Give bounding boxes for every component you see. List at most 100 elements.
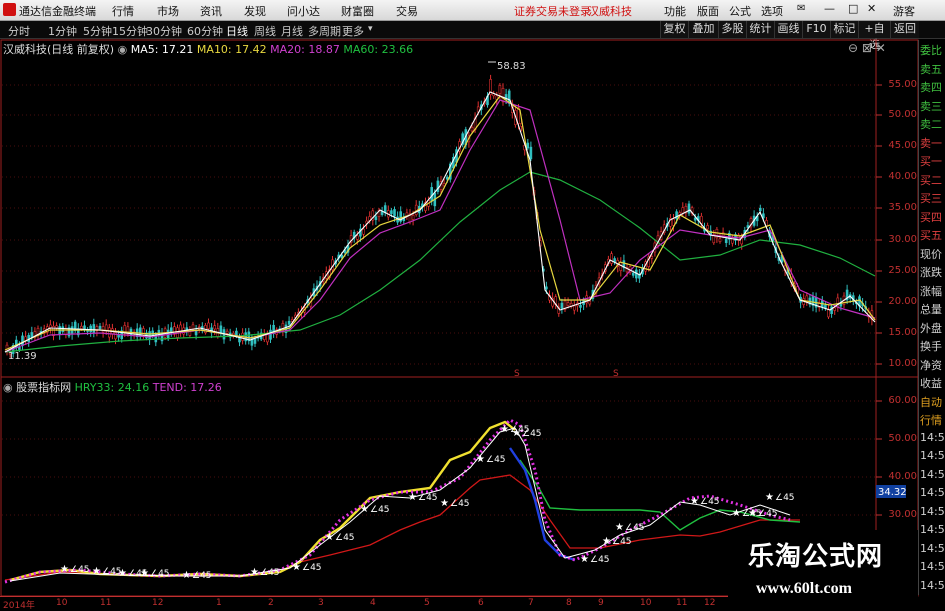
signal-marker-1: S [514,369,520,379]
candle-body [517,107,520,124]
candle-body [619,262,623,271]
star-marker-icon: ★ [92,566,101,577]
candle-body [114,332,117,340]
candle-body [588,300,592,305]
signal-marker-2: S [613,369,619,379]
quote-panel-label[interactable]: 14:50 [920,579,945,592]
star-marker-icon: ★ [140,568,149,579]
quote-panel-label[interactable]: 14:50 [920,560,945,573]
candle-body [836,297,840,308]
quote-panel-label: 涨幅 [920,284,942,298]
star-marker-icon: ★ [440,498,449,509]
candle-body [374,216,378,220]
ma10-legend: MA10: 17.42 [196,43,267,56]
candle-body [92,324,96,333]
low-price-label: 11.39 [8,351,37,362]
price-axis-label: 20.00 [888,296,917,307]
date-label: 11 [100,598,112,608]
candle-body [98,325,102,330]
quote-panel-label[interactable]: 14:50 [920,505,945,518]
quote-side-panel: 委比 卖五 卖四 卖三 卖二 卖一 买一 买二 买三 买四 买五 现价 涨跌 涨幅 总量 外盘 换手 净资 收益 自动… [918,40,945,595]
date-label: 11 [676,598,688,608]
indicator-axis-label: 60.00 [888,395,917,406]
star-marker-icon: ★ [292,562,301,573]
candle-body [693,217,697,221]
marker-label: ∠45 [590,555,610,565]
stock-title: 汉威科技(日线 前复权) [3,43,115,56]
candle-body [61,326,65,332]
candle-body [411,214,415,220]
quote-panel-label[interactable]: 14:50 [920,486,945,499]
candle-body [430,187,434,202]
chart-canvas[interactable]: 58.83 11.39 S S ★ ∠45 ★ ∠45★ ∠45★ ∠45 ★ ∠45 ★ ∠45… [0,0,945,609]
ma10-line [4,95,876,351]
date-label: 8 [566,598,572,608]
marker-label: ∠45 [192,571,212,581]
chart-tool-icons[interactable]: ⊖ ⊠ ✕ [848,41,886,55]
quote-panel-label: 卖四 [920,81,942,94]
quote-panel-label: 买三 [920,192,942,205]
quote-panel-label[interactable]: 14:50 [920,449,945,462]
candle-body [30,332,34,338]
marker-label: ∠45 [700,497,720,507]
quote-panel-label[interactable]: 14:50 [920,523,945,536]
quote-panel-label: 换手 [920,340,942,353]
ma20-legend: MA20: 18.87 [270,43,340,56]
candle-body [21,335,24,346]
price-axis-label: 55.00 [888,79,917,90]
marker-label: ∠45 [612,537,632,547]
star-marker-icon: ★ [690,496,699,507]
candle-body [526,142,530,149]
quote-panel-label: 收益 [920,377,942,390]
date-label: 6 [478,598,484,608]
indicator-current-value: 34.32 [878,487,907,498]
hry-magenta-dotted-line [4,418,791,584]
price-axis-label: 50.00 [888,109,917,120]
candle-body [80,325,83,329]
candle-body [89,325,92,333]
high-price-label: 58.83 [497,61,526,72]
candle-body [219,325,223,334]
marker-label: ∠45 [775,493,795,503]
quote-panel-label[interactable]: 14:50 [920,468,945,481]
candle-body [287,320,291,325]
candle-body [390,210,393,214]
quote-panel-label: 现价 [920,247,942,261]
quote-panel-label: 买五 [920,229,942,242]
hry-white-line [9,427,791,582]
chart-settings-icon[interactable]: ◉ [118,43,128,56]
star-marker-icon: ★ [325,532,334,543]
candle-body [579,304,582,308]
watermark-url: www.60lt.com [756,580,852,597]
indicator-settings-icon[interactable]: ◉ [3,381,13,394]
candle-body [101,326,105,333]
date-label: 12 [152,598,164,608]
quote-panel-label[interactable]: 自动 [920,394,945,410]
indicator-axis-label: 50.00 [888,433,917,444]
marker-label: ∠45 [418,493,438,503]
quote-panel-label[interactable]: 14:50 [920,431,945,444]
marker-label: ∠45 [625,523,645,533]
candle-body [414,204,418,215]
ma20-line [4,99,876,353]
star-marker-icon: ★ [580,554,589,565]
candle-body [18,346,21,350]
candle-body [724,238,728,244]
quote-panel-label[interactable]: 行情 [920,412,945,428]
candle-body [355,235,359,240]
quote-panel-label: 卖五 [920,62,942,76]
candle-body [560,302,564,309]
candle-body [501,88,505,103]
candle-body [706,225,709,230]
marker-label: ∠45 [70,565,90,575]
marker-label: ∠45 [150,569,170,579]
marker-label: ∠45 [335,533,355,543]
candle-body [393,209,396,217]
candlesticks [5,74,874,358]
price-axis-label: 45.00 [888,140,917,151]
quote-panel-label[interactable]: 14:50 [920,542,945,555]
candle-body [55,325,58,329]
date-label: 3 [318,598,324,608]
candle-body [225,330,229,334]
marker-label: ∠45 [486,455,506,465]
